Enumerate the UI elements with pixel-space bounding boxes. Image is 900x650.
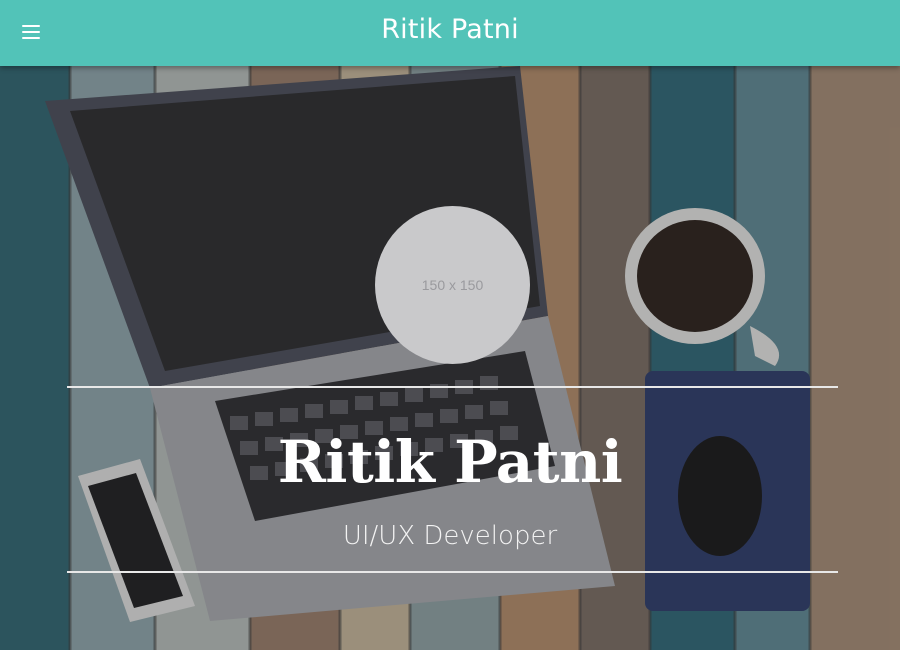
avatar: 150 x 150 — [375, 206, 530, 364]
divider-bottom — [67, 571, 838, 573]
app-title: Ritik Patni — [381, 14, 519, 45]
hero-role: UI/UX Developer — [342, 521, 558, 551]
hero-section: 150 x 150 Ritik Patni UI/UX Developer — [0, 66, 900, 650]
hero-name: Ritik Patni — [277, 428, 623, 496]
top-app-bar: Ritik Patni — [0, 0, 900, 66]
avatar-placeholder-label: 150 x 150 — [421, 277, 484, 293]
divider-top — [67, 386, 838, 388]
